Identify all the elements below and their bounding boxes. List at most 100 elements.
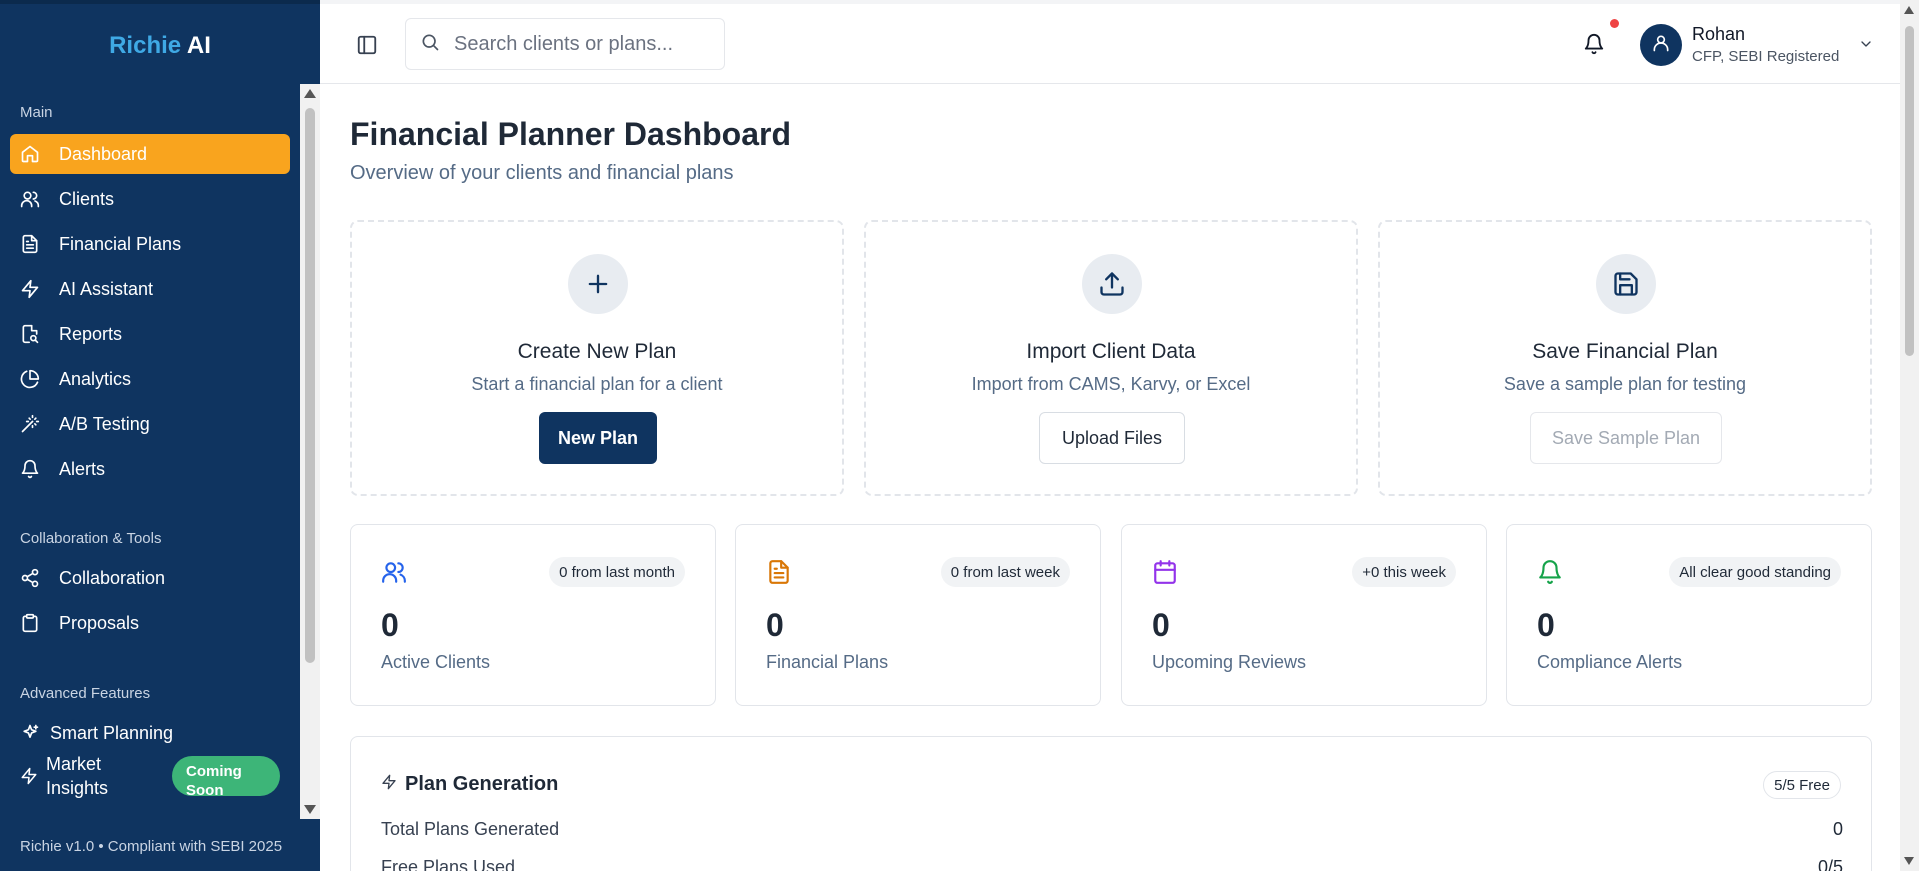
card-title: Create New Plan: [517, 340, 677, 363]
stat-value: 0: [1152, 607, 1170, 643]
stat-value: 0: [1537, 607, 1555, 643]
stat-card-financial-plans: 0 from last week 0 Financial Plans: [735, 524, 1101, 706]
row-value: 0/5: [1817, 857, 1843, 871]
notifications-bell-icon[interactable]: [1583, 32, 1605, 56]
users-icon: [20, 189, 40, 209]
card-title: Import Client Data: [1026, 340, 1196, 363]
plan-generation-header: Plan Generation: [381, 773, 558, 796]
wand-icon: [20, 414, 40, 434]
section-title-main: Main: [20, 104, 53, 121]
zap-icon: [20, 279, 40, 299]
sidebar-item-label: Alerts: [59, 458, 106, 479]
sidebar-scrollbar[interactable]: [300, 84, 320, 819]
stat-card-upcoming-reviews: +0 this week 0 Upcoming Reviews: [1121, 524, 1487, 706]
plan-generation-title: Plan Generation: [405, 773, 559, 795]
sidebar: Richie AI Main Dashboard Clients Financi…: [0, 0, 320, 871]
stat-change-badge: 0 from last week: [940, 557, 1070, 587]
sidebar-item-collaboration[interactable]: Collaboration: [10, 558, 290, 598]
sidebar-item-label: Clients: [59, 188, 115, 209]
bell-icon: [1537, 559, 1563, 585]
sidebar-item-reports[interactable]: Reports: [10, 314, 290, 354]
stat-change-badge: All clear good standing: [1669, 557, 1841, 587]
search-input[interactable]: [454, 32, 704, 56]
share-icon: [20, 568, 40, 588]
user-name: Rohan: [1692, 24, 1746, 44]
bell-icon: [20, 459, 40, 479]
scroll-down-arrow-icon[interactable]: [304, 805, 316, 814]
card-title: Save Financial Plan: [1532, 340, 1718, 363]
user-icon: [1651, 33, 1671, 58]
sidebar-footer: Richie v1.0 • Compliant with SEBI 2025: [20, 838, 283, 855]
sidebar-item-clients[interactable]: Clients: [10, 179, 290, 219]
sparkles-icon: [20, 723, 40, 743]
sidebar-item-ai-assistant[interactable]: AI Assistant: [10, 269, 290, 309]
brand-name: Richie: [109, 32, 182, 59]
section-title-collaboration: Collaboration & Tools: [20, 530, 162, 547]
sidebar-item-financial-plans[interactable]: Financial Plans: [10, 224, 290, 264]
sidebar-item-label: Smart Planning: [50, 722, 174, 743]
save-plan-card[interactable]: Save Financial Plan Save a sample plan f…: [1378, 220, 1872, 496]
new-plan-button[interactable]: New Plan: [539, 412, 657, 464]
page-subtitle: Overview of your clients and financial p…: [350, 162, 734, 184]
scroll-up-arrow-icon[interactable]: [304, 89, 316, 98]
sidebar-toggle-icon[interactable]: [356, 34, 378, 56]
card-description: Import from CAMS, Karvy, or Excel: [971, 374, 1251, 394]
avatar[interactable]: [1640, 24, 1682, 66]
clipboard-icon: [20, 613, 40, 633]
page-scrollbar[interactable]: [1900, 0, 1919, 871]
pie-chart-icon: [20, 369, 40, 389]
notification-dot: [1610, 19, 1619, 28]
scroll-down-arrow-icon[interactable]: [1904, 857, 1914, 865]
card-description: Save a sample plan for testing: [1503, 374, 1747, 394]
stat-card-compliance-alerts: All clear good standing 0 Compliance Ale…: [1506, 524, 1872, 706]
save-sample-plan-button[interactable]: Save Sample Plan: [1530, 412, 1722, 464]
sidebar-item-label: Dashboard: [59, 143, 148, 164]
upload-files-button[interactable]: Upload Files: [1039, 412, 1185, 464]
stat-label: Financial Plans: [766, 652, 889, 672]
total-plans-row: Total Plans Generated 0: [381, 819, 1843, 840]
sidebar-item-label: Collaboration: [59, 567, 166, 588]
user-menu[interactable]: Rohan CFP, SEBI Registered: [1640, 22, 1880, 68]
upload-icon: [1082, 254, 1142, 314]
file-search-icon: [20, 324, 40, 344]
sidebar-item-dashboard[interactable]: Dashboard: [10, 134, 290, 174]
chevron-down-icon[interactable]: [1858, 36, 1874, 52]
stat-value: 0: [381, 607, 399, 643]
stat-label: Upcoming Reviews: [1152, 652, 1307, 672]
sidebar-item-label: A/B Testing: [59, 413, 150, 434]
sidebar-item-market-insights[interactable]: Market Insights Coming Soon: [10, 754, 290, 799]
scroll-up-arrow-icon[interactable]: [1904, 6, 1914, 14]
page-title: Financial Planner Dashboard: [350, 116, 791, 152]
sidebar-item-analytics[interactable]: Analytics: [10, 359, 290, 399]
create-plan-card[interactable]: Create New Plan Start a financial plan f…: [350, 220, 844, 496]
zap-icon: [20, 766, 38, 786]
file-text-icon: [766, 559, 792, 585]
search-box[interactable]: [405, 18, 725, 70]
search-icon: [420, 32, 440, 57]
section-title-advanced: Advanced Features: [20, 685, 151, 702]
user-role: CFP, SEBI Registered: [1692, 48, 1840, 65]
row-label: Free Plans Used: [381, 857, 516, 871]
stat-label: Active Clients: [381, 652, 491, 672]
top-header: Rohan CFP, SEBI Registered: [320, 4, 1900, 84]
scrollbar-thumb[interactable]: [305, 108, 315, 663]
sidebar-item-proposals[interactable]: Proposals: [10, 603, 290, 643]
plan-generation-card: Plan Generation 5/5 Free Total Plans Gen…: [350, 736, 1872, 871]
sidebar-nav: Main Dashboard Clients Financial Plans A…: [0, 84, 300, 819]
stat-card-active-clients: 0 from last month 0 Active Clients: [350, 524, 716, 706]
row-value: 0: [1832, 819, 1843, 839]
sidebar-item-smart-planning[interactable]: Smart Planning: [10, 713, 290, 753]
sidebar-item-ab-testing[interactable]: A/B Testing: [10, 404, 290, 444]
stat-change-badge: +0 this week: [1352, 557, 1456, 587]
card-description: Start a financial plan for a client: [471, 374, 723, 394]
brand-logo[interactable]: Richie AI: [0, 32, 320, 60]
coming-soon-badge: Coming Soon: [172, 756, 280, 799]
sidebar-item-alerts[interactable]: Alerts: [10, 449, 290, 489]
scrollbar-thumb[interactable]: [1905, 26, 1914, 356]
import-data-card[interactable]: Import Client Data Import from CAMS, Kar…: [864, 220, 1358, 496]
users-icon: [381, 559, 407, 585]
sidebar-item-label: AI Assistant: [59, 278, 154, 299]
zap-icon: [381, 773, 405, 796]
sidebar-item-label: Market Insights: [46, 754, 109, 798]
free-plans-badge: 5/5 Free: [1763, 771, 1841, 799]
